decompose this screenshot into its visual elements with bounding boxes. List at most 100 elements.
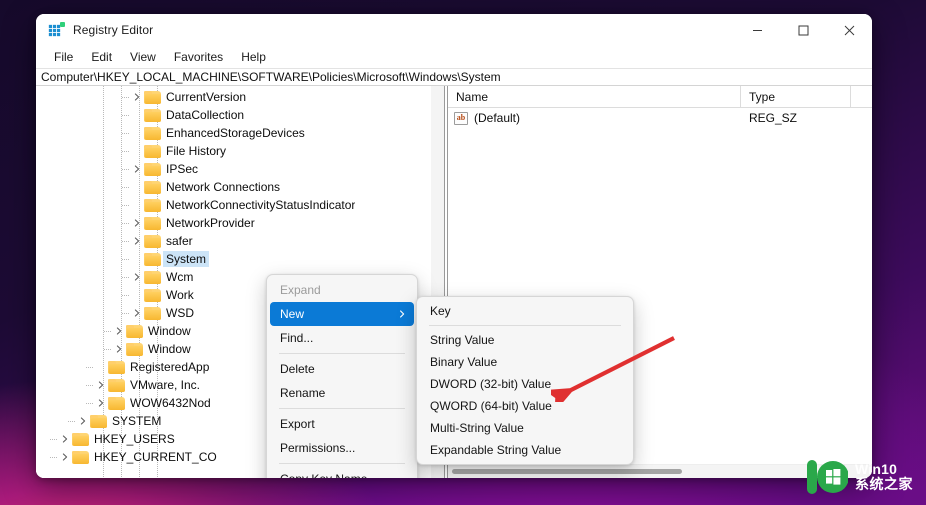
context-menu-item-label: Copy Key Name — [280, 472, 367, 478]
title-bar: Registry Editor — [36, 14, 872, 46]
context-menu-item-permissions[interactable]: Permissions... — [270, 436, 414, 460]
chevron-right-icon[interactable] — [130, 165, 144, 173]
value-data — [851, 108, 872, 128]
folder-icon — [144, 144, 161, 158]
maximize-icon[interactable] — [780, 14, 826, 46]
tree-node[interactable]: System — [36, 250, 431, 268]
registry-path: Computer\HKEY_LOCAL_MACHINE\SOFTWARE\Pol… — [41, 70, 501, 84]
tree-connector — [122, 133, 130, 134]
tree-connector — [122, 97, 130, 98]
submenu-item-label: Binary Value — [430, 355, 498, 369]
folder-icon — [72, 432, 89, 446]
tree-node-label: Window — [148, 324, 191, 338]
close-icon[interactable] — [826, 14, 872, 46]
folder-icon — [126, 342, 143, 356]
submenu-item-expandable-string-value[interactable]: Expandable String Value — [420, 439, 630, 461]
tree-node-label: DataCollection — [166, 108, 245, 122]
tree-node[interactable]: IPSec — [36, 160, 431, 178]
tree-connector — [86, 385, 94, 386]
value-row[interactable]: ab (Default) REG_SZ — [448, 108, 872, 128]
tree-connector — [122, 187, 130, 188]
submenu-item-multi-string-value[interactable]: Multi-String Value — [420, 417, 630, 439]
tree-connector — [122, 259, 130, 260]
column-header-name[interactable]: Name — [448, 86, 741, 107]
folder-icon — [144, 90, 161, 104]
tree-node-label: Work — [166, 288, 194, 302]
tree-connector — [50, 457, 58, 458]
value-type: REG_SZ — [749, 111, 798, 125]
tree-node-label: SYSTEM — [112, 414, 162, 428]
submenu-item-qword-64-bit-value[interactable]: QWORD (64-bit) Value — [420, 395, 630, 417]
menu-help[interactable]: Help — [232, 48, 275, 66]
value-name-cell: ab (Default) — [448, 108, 741, 128]
context-menu-item-export[interactable]: Export — [270, 412, 414, 436]
registry-editor-window: Registry Editor File Edit View Favorites… — [36, 14, 872, 478]
tree-node-label: IPSec — [166, 162, 199, 176]
watermark-text: Win10 系统之家 — [855, 462, 913, 491]
address-bar[interactable]: Computer\HKEY_LOCAL_MACHINE\SOFTWARE\Pol… — [36, 68, 872, 86]
tree-node[interactable]: DataCollection — [36, 106, 431, 124]
submenu-item-dword-32-bit-value[interactable]: DWORD (32-bit) Value — [420, 373, 630, 395]
chevron-right-icon[interactable] — [112, 327, 126, 335]
tree-node-label: HKEY_CURRENT_CO — [94, 450, 217, 464]
tree-node[interactable]: Network Connections — [36, 178, 431, 196]
folder-icon — [144, 126, 161, 140]
tree-node[interactable]: EnhancedStorageDevices — [36, 124, 431, 142]
tree-connector — [68, 421, 76, 422]
context-menu-item-delete[interactable]: Delete — [270, 357, 414, 381]
chevron-right-icon[interactable] — [130, 309, 144, 317]
tree-connector — [122, 205, 130, 206]
chevron-right-icon — [398, 310, 406, 318]
chevron-right-icon[interactable] — [94, 399, 108, 407]
win10-sysrc-logo — [806, 456, 849, 498]
context-menu: Expand New Find... Delete Rename Export Permis… — [266, 274, 418, 478]
tree-node-label: NetworkProvider — [166, 216, 255, 230]
chevron-right-icon[interactable] — [94, 381, 108, 389]
menu-favorites[interactable]: Favorites — [165, 48, 232, 66]
chevron-right-icon[interactable] — [130, 237, 144, 245]
tree-connector — [122, 151, 130, 152]
menu-edit[interactable]: Edit — [82, 48, 121, 66]
chevron-right-icon[interactable] — [112, 345, 126, 353]
folder-icon — [144, 252, 161, 266]
chevron-right-icon[interactable] — [58, 435, 72, 443]
submenu-item-label: Multi-String Value — [430, 421, 524, 435]
menu-file[interactable]: File — [45, 48, 82, 66]
minimize-icon[interactable] — [734, 14, 780, 46]
tree-node[interactable]: CurrentVersion — [36, 88, 431, 106]
column-header-type[interactable]: Type — [741, 86, 851, 107]
values-column-headers: Name Type — [448, 86, 872, 108]
context-menu-item-rename[interactable]: Rename — [270, 381, 414, 405]
submenu-item-label: Expandable String Value — [430, 443, 562, 457]
chevron-right-icon[interactable] — [130, 273, 144, 281]
context-menu-item-find[interactable]: Find... — [270, 326, 414, 350]
context-menu-item-new[interactable]: New — [270, 302, 414, 326]
chevron-right-icon[interactable] — [58, 453, 72, 461]
context-menu-item-label: Expand — [280, 283, 321, 297]
values-scrollbar-thumb[interactable] — [452, 469, 682, 474]
tree-connector — [122, 313, 130, 314]
tree-node[interactable]: safer — [36, 232, 431, 250]
context-menu-item-label: Export — [280, 417, 315, 431]
context-menu-item-copy-key-name[interactable]: Copy Key Name — [270, 467, 414, 478]
registry-editor-icon — [48, 22, 65, 38]
chevron-right-icon[interactable] — [130, 219, 144, 227]
tree-node[interactable]: NetworkProvider — [36, 214, 431, 232]
submenu-item-string-value[interactable]: String Value — [420, 329, 630, 351]
window-controls — [734, 14, 872, 46]
window-title: Registry Editor — [73, 23, 154, 37]
folder-icon — [108, 378, 125, 392]
submenu-item-binary-value[interactable]: Binary Value — [420, 351, 630, 373]
context-menu-item-label: New — [280, 307, 305, 321]
tree-node[interactable]: NetworkConnectivityStatusIndicator — [36, 196, 431, 214]
menu-view[interactable]: View — [121, 48, 165, 66]
column-header-data[interactable] — [851, 86, 872, 107]
tree-node-label: safer — [166, 234, 193, 248]
submenu-item-key[interactable]: Key — [420, 300, 630, 322]
tree-node-label: WOW6432Nod — [130, 396, 211, 410]
chevron-right-icon[interactable] — [76, 417, 90, 425]
context-menu-item-label: Rename — [280, 386, 326, 400]
chevron-right-icon[interactable] — [130, 93, 144, 101]
tree-node-label: Wcm — [166, 270, 194, 284]
tree-node[interactable]: File History — [36, 142, 431, 160]
